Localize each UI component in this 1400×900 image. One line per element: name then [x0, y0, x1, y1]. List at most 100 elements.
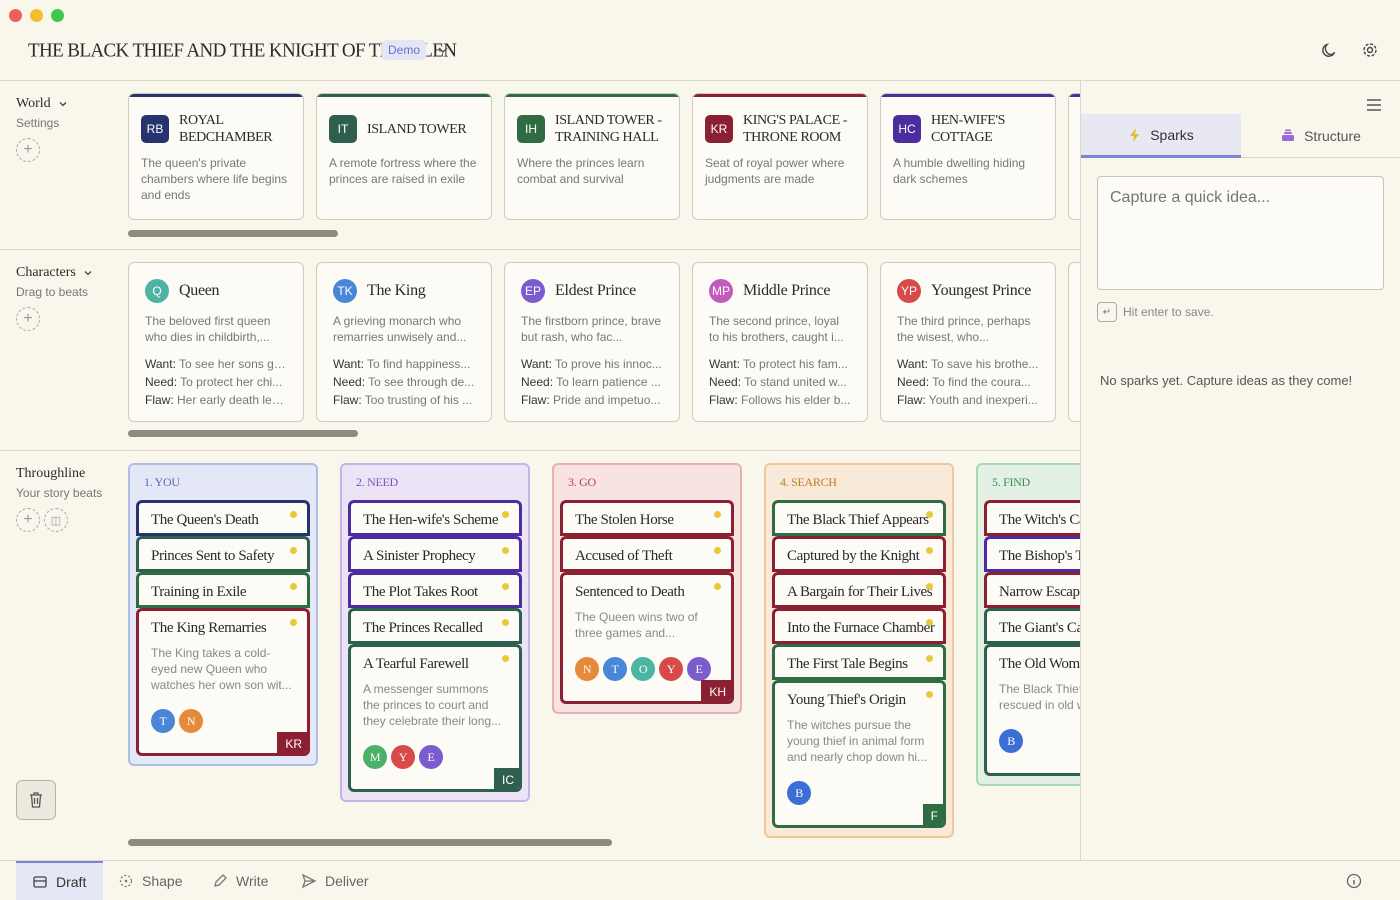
character-card[interactable]: Q Queen The beloved first queen who dies i…	[128, 262, 304, 422]
sparks-empty-message: No sparks yet. Capture ideas as they com…	[1100, 373, 1353, 388]
setting-card[interactable]: IT ISLAND TOWER A remote fortress where th…	[316, 93, 492, 220]
character-card[interactable]: EP Eldest Prince The firstborn prince, bra…	[504, 262, 680, 422]
add-setting-button[interactable]: +	[16, 138, 40, 162]
beat-characters: B	[787, 781, 931, 805]
setting-header: IT ISLAND TOWER	[317, 97, 491, 147]
beat-column: 5. FIND The Witch's Cave The Bishop's Tale…	[976, 463, 1080, 786]
beat-card-expanded[interactable]: A Tearful Farewell A messenger summons th…	[348, 644, 522, 792]
beat-card[interactable]: A Bargain for Their Lives	[772, 572, 946, 608]
enter-key-icon: ↵	[1097, 302, 1117, 322]
beat-characters: MYE	[363, 745, 507, 769]
status-dot	[502, 583, 509, 590]
beat-title: Accused of Theft	[575, 548, 673, 564]
setting-card[interactable]: HC HEN-WIFE'S COTTAGE A humble dwelling hi…	[880, 93, 1056, 220]
beat-title: A Tearful Farewell	[363, 656, 469, 672]
beat-card[interactable]: The Princes Recalled	[348, 608, 522, 644]
character-description: The firstborn prince, brave but rash, wh…	[521, 314, 662, 344]
beat-characters: B	[999, 729, 1080, 753]
tab-shape[interactable]: Shape	[118, 861, 182, 900]
beat-card[interactable]: Into the Furnace Chamber	[772, 608, 946, 644]
lightning-icon	[1130, 127, 1140, 142]
characters-scrollbar[interactable]	[128, 430, 358, 437]
beat-card[interactable]: A Sinister Prophecy	[348, 536, 522, 572]
beat-card[interactable]: Narrow Escape	[984, 572, 1080, 608]
status-dot	[714, 583, 721, 590]
character-card[interactable]	[1068, 262, 1080, 422]
world-scrollbar[interactable]	[128, 230, 338, 237]
beat-column: 2. NEED The Hen-wife's Scheme A Sinister P…	[340, 463, 530, 802]
status-dot	[290, 583, 297, 590]
character-name: Youngest Prince	[931, 282, 1032, 299]
column-title: 2. NEED	[356, 475, 398, 489]
gear-icon[interactable]	[1361, 41, 1379, 59]
world-toggle[interactable]: World	[16, 96, 69, 112]
beat-title: The Old Woman	[999, 656, 1080, 672]
character-card[interactable]: MP Middle Prince The second prince, loyal …	[692, 262, 868, 422]
beat-card[interactable]: The Bishop's Tale	[984, 536, 1080, 572]
column-title: 3. GO	[568, 475, 596, 489]
beat-title: The Stolen Horse	[575, 512, 674, 528]
status-dot	[714, 547, 721, 554]
menu-icon[interactable]	[1366, 98, 1382, 112]
send-icon	[301, 873, 317, 889]
beat-card[interactable]: Accused of Theft	[560, 536, 734, 572]
add-character-button[interactable]: +	[16, 307, 40, 331]
beat-card-expanded[interactable]: Young Thief's Origin The witches pursue t…	[772, 680, 946, 828]
tab-write[interactable]: Write	[212, 861, 268, 900]
character-card[interactable]: YP Youngest Prince The third prince, perha…	[880, 262, 1056, 422]
chevron-down-icon	[84, 271, 92, 276]
world-section-label: World Settings +	[16, 96, 69, 162]
quick-idea-input[interactable]	[1097, 176, 1384, 290]
tab-sparks-label: Sparks	[1150, 126, 1194, 143]
beat-card[interactable]: The Hen-wife's Scheme	[348, 500, 522, 536]
delete-button[interactable]	[16, 780, 56, 820]
info-icon[interactable]	[1346, 873, 1362, 889]
beat-title: The Giant's Castle	[999, 620, 1080, 636]
setting-card[interactable]: RB ROYAL BEDCHAMBER The queen's private ch…	[128, 93, 304, 220]
tab-shape-label: Shape	[142, 873, 183, 889]
character-card[interactable]: TK The King A grieving monarch who remarri…	[316, 262, 492, 422]
status-dot	[290, 619, 297, 626]
maximize-window-button[interactable]	[51, 9, 64, 22]
beat-card[interactable]: Training in Exile	[136, 572, 310, 608]
tab-structure[interactable]: Structure	[1241, 114, 1400, 158]
setting-card[interactable]: IH ISLAND TOWER - TRAINING HALL Where the …	[504, 93, 680, 220]
beat-card[interactable]: The Witch's Cave	[984, 500, 1080, 536]
beat-card[interactable]: Captured by the Knight	[772, 536, 946, 572]
beat-card[interactable]: The Giant's Castle	[984, 608, 1080, 644]
beat-card[interactable]: The First Tale Begins	[772, 644, 946, 680]
character-need: Need: To find the coura...	[897, 375, 1031, 389]
character-need: Need: To stand united w...	[709, 375, 847, 389]
tab-deliver[interactable]: Deliver	[301, 861, 369, 900]
character-attributes: Want: To find happiness... Need: To see t…	[317, 355, 491, 409]
attr-label: Need:	[145, 375, 178, 389]
character-attributes: Want: To protect his fam... Need: To stan…	[693, 355, 867, 409]
setting-card[interactable]: KR KING'S PALACE - THRONE ROOM Seat of roy…	[692, 93, 868, 220]
beat-description: A messenger summons the princes to court…	[363, 682, 502, 728]
tab-sparks[interactable]: Sparks	[1081, 114, 1241, 158]
character-header: TK The King	[317, 263, 491, 303]
setting-card[interactable]	[1068, 93, 1080, 220]
beat-card[interactable]: Princes Sent to Safety	[136, 536, 310, 572]
moon-icon[interactable]	[1320, 41, 1338, 59]
characters-toggle[interactable]: Characters	[16, 265, 94, 281]
beat-card[interactable]: The Queen's Death	[136, 500, 310, 536]
chevron-down-icon[interactable]	[436, 43, 450, 57]
beat-card-expanded[interactable]: Sentenced to Death The Queen wins two of …	[560, 572, 734, 704]
status-dot	[502, 547, 509, 554]
beats-scrollbar[interactable]	[128, 839, 612, 846]
beat-card[interactable]: The Black Thief Appears	[772, 500, 946, 536]
beat-card-expanded[interactable]: The Old Woman The Black Thief the rescued…	[984, 644, 1080, 776]
tab-draft[interactable]: Draft	[16, 861, 103, 900]
beat-card-expanded[interactable]: The King Remarries The King takes a cold-…	[136, 608, 310, 756]
close-window-button[interactable]	[9, 9, 22, 22]
beat-title: The Plot Takes Root	[363, 584, 478, 600]
add-beat-button[interactable]: +	[16, 508, 40, 532]
minimize-window-button[interactable]	[30, 9, 43, 22]
chevron-down-icon	[59, 102, 67, 107]
add-column-button[interactable]: ◫	[44, 508, 68, 532]
avatar: M	[363, 745, 387, 769]
beat-card[interactable]: The Plot Takes Root	[348, 572, 522, 608]
column-title: 1. YOU	[144, 475, 180, 489]
beat-card[interactable]: The Stolen Horse	[560, 500, 734, 536]
